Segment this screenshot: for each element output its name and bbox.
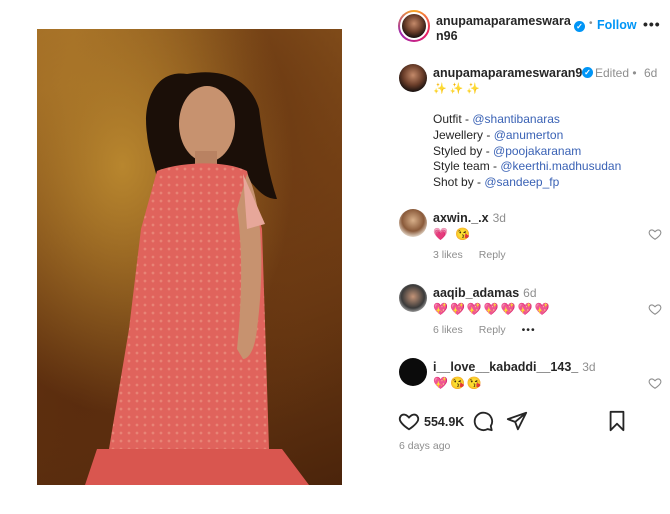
post-photo[interactable] bbox=[37, 29, 342, 485]
caption-timestamp[interactable]: 6d bbox=[644, 66, 657, 80]
edited-label: Edited • bbox=[595, 66, 637, 80]
commenter-username[interactable]: axwin._.x bbox=[433, 211, 489, 225]
heart-icon[interactable] bbox=[648, 227, 662, 241]
caption-author-avatar[interactable] bbox=[399, 64, 427, 92]
caption-line: Styled by - @poojakaranam bbox=[433, 144, 669, 160]
post-actions: 554.9K bbox=[396, 410, 670, 434]
credit-label: Shot by - bbox=[433, 175, 485, 190]
bookmark-icon[interactable] bbox=[606, 410, 628, 432]
mention-link[interactable]: @anumerton bbox=[494, 128, 564, 142]
post-photo-illustration bbox=[85, 72, 309, 485]
caption-line: Style team - @keerthi.madhusudan bbox=[433, 159, 669, 175]
reply-button[interactable]: Reply bbox=[479, 324, 506, 336]
author-avatar[interactable] bbox=[398, 10, 430, 42]
commenter-avatar[interactable] bbox=[399, 209, 427, 237]
commenter-username[interactable]: i__love__kabaddi__143_ bbox=[433, 360, 578, 374]
likes-count[interactable]: 554.9K bbox=[424, 415, 464, 429]
caption-line: Shot by - @sandeep_fp bbox=[433, 175, 669, 191]
commenter-avatar[interactable] bbox=[399, 358, 427, 386]
comment: axwin._.x 3d 💗 😘 3 likes Reply bbox=[396, 209, 670, 271]
share-icon[interactable] bbox=[506, 410, 528, 432]
mention-link[interactable]: @poojakaranam bbox=[493, 144, 581, 158]
caption-username[interactable]: anupamaparameswaran96 bbox=[433, 66, 589, 80]
credit-label: Outfit - bbox=[433, 112, 473, 126]
comment-likes[interactable]: 3 likes bbox=[433, 249, 463, 261]
mention-link[interactable]: @shantibanaras bbox=[472, 112, 560, 126]
verified-icon: ✓ bbox=[582, 67, 593, 78]
mention-link[interactable]: @keerthi.madhusudan bbox=[500, 159, 621, 173]
mention-link[interactable]: @sandeep_fp bbox=[484, 175, 559, 189]
comment-likes[interactable]: 6 likes bbox=[433, 324, 463, 336]
comment-icon[interactable] bbox=[472, 410, 494, 432]
comment-text: 💗 😘 bbox=[433, 227, 473, 241]
heart-icon[interactable] bbox=[648, 302, 662, 316]
comment-timestamp: 6d bbox=[523, 286, 537, 300]
comment-timestamp: 3d bbox=[582, 360, 596, 374]
commenter-avatar[interactable] bbox=[399, 284, 427, 312]
separator-dot: • bbox=[589, 18, 593, 29]
post-side-panel: anupamaparameswaran96 ✓ • Follow ••• anu… bbox=[396, 0, 670, 514]
credit-label: Jewellery - bbox=[433, 127, 494, 142]
caption-line: Outfit - @shantibanaras bbox=[433, 112, 669, 128]
verified-icon: ✓ bbox=[574, 21, 585, 32]
caption-line: Jewellery - @anumerton bbox=[433, 128, 669, 144]
comment-text: 💖😘😘 bbox=[433, 376, 484, 390]
follow-button[interactable]: Follow bbox=[597, 18, 637, 32]
author-avatar-image bbox=[400, 12, 428, 40]
comment: aaqib_adamas 6d 💖💖💖💖💖💖💖 6 likes Reply ••• bbox=[396, 284, 670, 346]
author-username[interactable]: anupamaparameswaran96 bbox=[436, 14, 576, 44]
more-options-icon[interactable]: ••• bbox=[643, 16, 661, 32]
like-heart-icon[interactable] bbox=[398, 410, 420, 432]
post-timestamp[interactable]: 6 days ago bbox=[399, 440, 450, 452]
commenter-username[interactable]: aaqib_adamas bbox=[433, 286, 519, 300]
credit-label: Style team - bbox=[433, 159, 501, 174]
reply-button[interactable]: Reply bbox=[479, 249, 506, 261]
caption-credits: Outfit - @shantibanaras Jewellery - @anu… bbox=[433, 112, 669, 191]
comment-timestamp: 3d bbox=[492, 211, 506, 225]
comment-more-icon[interactable]: ••• bbox=[522, 324, 536, 336]
heart-icon[interactable] bbox=[648, 376, 662, 390]
credit-label: Styled by - bbox=[433, 143, 494, 158]
comment-text: 💖💖💖💖💖💖💖 bbox=[433, 302, 552, 316]
sparkles-emoji: ✨✨✨ bbox=[433, 83, 484, 95]
post-header: anupamaparameswaran96 ✓ • Follow ••• bbox=[396, 6, 670, 46]
